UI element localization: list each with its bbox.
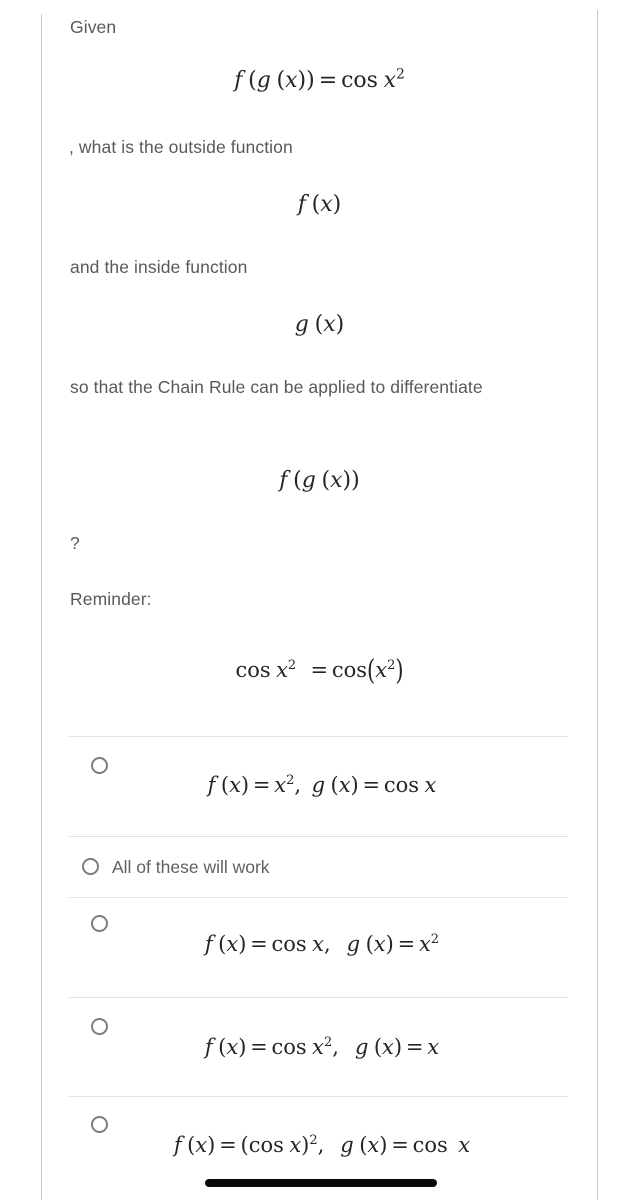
prompt-chain-rule: so that the Chain Rule can be applied to…	[70, 377, 483, 397]
radio-button-option-4[interactable]	[91, 1018, 108, 1035]
given-label: Given	[70, 17, 117, 37]
answer-option-2-label: All of these will work	[112, 857, 270, 877]
question-mark: ?	[70, 533, 80, 553]
radio-button-option-5[interactable]	[91, 1116, 108, 1133]
answer-option-5-math: f (x) = (cos x)2, g (x) = cos x	[173, 1132, 471, 1157]
answer-option-1-math: f (x) = x2, g (x) = cos x	[207, 772, 437, 797]
radio-button-option-3[interactable]	[91, 915, 108, 932]
vertical-scrollbar[interactable]	[632, 0, 640, 1200]
answer-option-3[interactable]: f (x) = cos x, g (x) = x2	[42, 898, 597, 997]
prompt-inside-function: and the inside function	[70, 257, 248, 277]
prompt-outside-function: , what is the outside function	[69, 137, 293, 157]
given-equation: f (g (x)) = cos x2	[234, 66, 405, 93]
outside-function-expression: f (x)	[297, 192, 342, 217]
reminder-equation: cos x2 = cos(x2)	[235, 653, 404, 687]
answer-option-3-math: f (x) = cos x, g (x) = x2	[204, 931, 440, 956]
answer-option-2[interactable]: All of these will work	[42, 837, 597, 897]
home-indicator[interactable]	[205, 1179, 437, 1187]
answer-option-5[interactable]: f (x) = (cos x)2, g (x) = cos x	[42, 1097, 597, 1192]
question-content: Given f (g (x)) = cos x2 , what is the outsid…	[42, 0, 597, 1200]
reminder-label: Reminder:	[70, 589, 152, 609]
composite-function-expression: f (g (x))	[279, 468, 360, 493]
radio-button-option-1[interactable]	[91, 757, 108, 774]
question-page: Given f (g (x)) = cos x2 , what is the outsid…	[0, 0, 642, 1200]
inside-function-expression: g (x)	[294, 312, 345, 337]
radio-button-option-2[interactable]	[82, 858, 99, 875]
answer-option-4-math: f (x) = cos x2, g (x) = x	[204, 1034, 440, 1059]
answer-option-4[interactable]: f (x) = cos x2, g (x) = x	[42, 998, 597, 1096]
answer-option-1[interactable]: f (x) = x2, g (x) = cos x	[42, 737, 597, 836]
page-right-border	[597, 10, 598, 1200]
